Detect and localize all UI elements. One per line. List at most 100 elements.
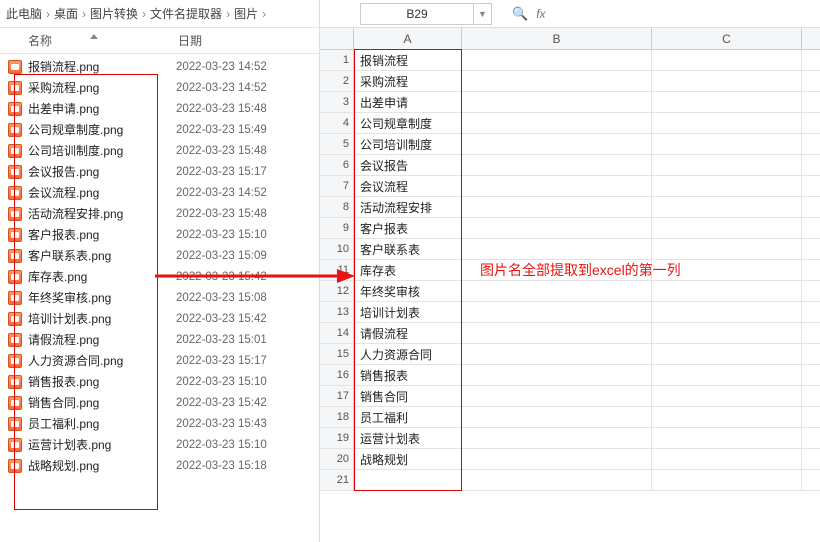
row-header[interactable]: 12 [320,281,354,301]
row-header[interactable]: 7 [320,176,354,196]
search-icon[interactable]: 🔍 [512,6,528,22]
cell[interactable] [652,428,802,448]
cell[interactable]: 会议流程 [354,176,462,196]
cell[interactable] [462,365,652,385]
file-row[interactable]: 公司培训制度.png2022-03-23 15:48 [0,140,319,161]
column-header-B[interactable]: B [462,28,652,49]
cell[interactable] [462,50,652,70]
row-header[interactable]: 15 [320,344,354,364]
cell[interactable] [652,92,802,112]
row-header[interactable]: 11 [320,260,354,280]
cell[interactable] [652,281,802,301]
cell-reference-dropdown[interactable]: ▼ [474,3,492,25]
file-row[interactable]: 年终奖审核.png2022-03-23 15:08 [0,287,319,308]
cell[interactable]: 请假流程 [354,323,462,343]
cell[interactable] [652,323,802,343]
row-header[interactable]: 10 [320,239,354,259]
row-header[interactable]: 3 [320,92,354,112]
cell[interactable]: 战略规划 [354,449,462,469]
select-all-corner[interactable] [320,28,354,49]
cell[interactable] [652,218,802,238]
cell[interactable] [652,50,802,70]
cell[interactable] [462,92,652,112]
cell[interactable] [652,71,802,91]
file-row[interactable]: 员工福利.png2022-03-23 15:43 [0,413,319,434]
cell[interactable] [462,386,652,406]
file-row[interactable]: 出差申请.png2022-03-23 15:48 [0,98,319,119]
cell[interactable]: 报销流程 [354,50,462,70]
cell[interactable] [462,407,652,427]
file-row[interactable]: 会议报告.png2022-03-23 15:17 [0,161,319,182]
column-header-A[interactable]: A [354,28,462,49]
cell[interactable] [652,176,802,196]
cell[interactable]: 年终奖审核 [354,281,462,301]
cell[interactable]: 员工福利 [354,407,462,427]
row-header[interactable]: 2 [320,71,354,91]
row-header[interactable]: 14 [320,323,354,343]
cell[interactable] [462,470,652,490]
breadcrumb[interactable]: 此电脑›桌面›图片转换›文件名提取器›图片› [0,0,319,28]
file-row[interactable]: 公司规章制度.png2022-03-23 15:49 [0,119,319,140]
cell[interactable] [652,302,802,322]
cell[interactable] [652,155,802,175]
cell-reference-input[interactable]: B29 [360,3,474,25]
cell[interactable]: 销售合同 [354,386,462,406]
column-header-date[interactable]: 日期 [170,32,319,49]
cell[interactable] [652,134,802,154]
cell[interactable]: 客户联系表 [354,239,462,259]
file-row[interactable]: 销售报表.png2022-03-23 15:10 [0,371,319,392]
cell[interactable] [462,197,652,217]
row-header[interactable]: 4 [320,113,354,133]
cell[interactable]: 公司规章制度 [354,113,462,133]
cell[interactable]: 人力资源合同 [354,344,462,364]
file-row[interactable]: 报销流程.png2022-03-23 14:52 [0,56,319,77]
file-row[interactable]: 活动流程安排.png2022-03-23 15:48 [0,203,319,224]
cell[interactable]: 库存表 [354,260,462,280]
column-header-name[interactable]: 名称 [0,32,170,49]
file-row[interactable]: 培训计划表.png2022-03-23 15:42 [0,308,319,329]
row-header[interactable]: 9 [320,218,354,238]
cell[interactable] [462,71,652,91]
cell[interactable]: 客户报表 [354,218,462,238]
cell[interactable]: 会议报告 [354,155,462,175]
row-header[interactable]: 20 [320,449,354,469]
file-row[interactable]: 战略规划.png2022-03-23 15:18 [0,455,319,476]
cell[interactable] [652,239,802,259]
row-header[interactable]: 6 [320,155,354,175]
cell[interactable] [462,302,652,322]
file-row[interactable]: 客户报表.png2022-03-23 15:10 [0,224,319,245]
row-header[interactable]: 5 [320,134,354,154]
cell[interactable] [462,176,652,196]
row-header[interactable]: 1 [320,50,354,70]
row-header[interactable]: 21 [320,470,354,490]
cell[interactable] [462,239,652,259]
breadcrumb-segment[interactable]: 图片 [234,5,258,22]
cell[interactable] [652,470,802,490]
file-row[interactable]: 请假流程.png2022-03-23 15:01 [0,329,319,350]
row-header[interactable]: 19 [320,428,354,448]
breadcrumb-segment[interactable]: 图片转换 [90,5,138,22]
breadcrumb-segment[interactable]: 此电脑 [6,5,42,22]
cell[interactable]: 公司培训制度 [354,134,462,154]
file-row[interactable]: 库存表.png2022-03-23 15:42 [0,266,319,287]
file-row[interactable]: 采购流程.png2022-03-23 14:52 [0,77,319,98]
cell[interactable] [652,365,802,385]
cell[interactable]: 培训计划表 [354,302,462,322]
cell[interactable] [462,155,652,175]
cell[interactable] [652,113,802,133]
cell[interactable] [462,134,652,154]
fx-label[interactable]: fx [536,7,545,21]
row-header[interactable]: 17 [320,386,354,406]
cell[interactable] [462,323,652,343]
cell[interactable] [462,281,652,301]
cell[interactable] [462,218,652,238]
cell[interactable] [652,449,802,469]
row-header[interactable]: 18 [320,407,354,427]
breadcrumb-segment[interactable]: 文件名提取器 [150,5,222,22]
cell[interactable] [462,449,652,469]
cell[interactable] [652,344,802,364]
file-row[interactable]: 客户联系表.png2022-03-23 15:09 [0,245,319,266]
cell[interactable]: 活动流程安排 [354,197,462,217]
row-header[interactable]: 8 [320,197,354,217]
file-row[interactable]: 销售合同.png2022-03-23 15:42 [0,392,319,413]
